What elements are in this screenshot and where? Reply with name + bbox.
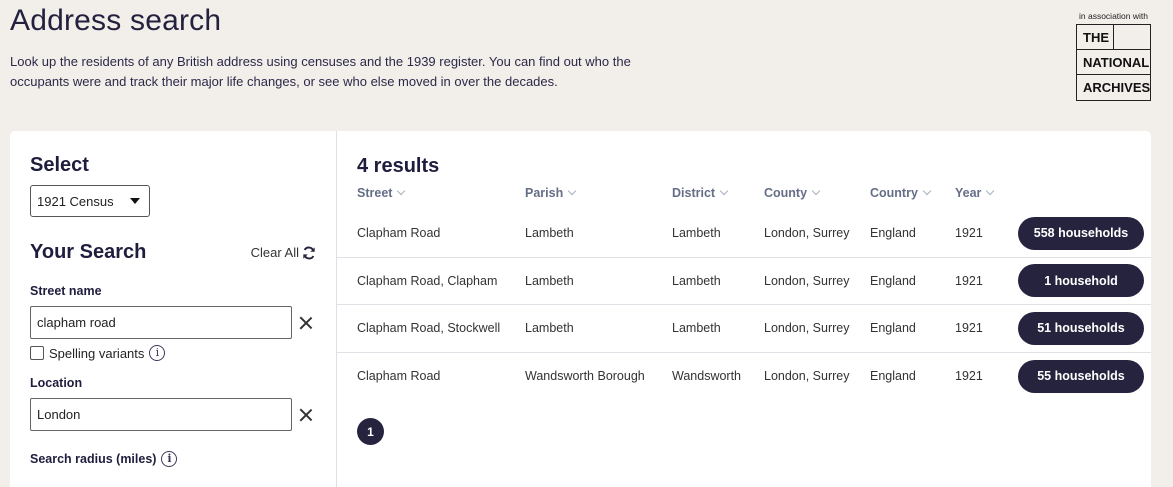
table-row: Clapham Road, Stockwell Lambeth Lambeth … <box>337 305 1151 353</box>
clear-street-icon[interactable] <box>299 316 313 330</box>
logo-row: THE <box>1077 25 1150 50</box>
column-header-parish[interactable]: Parish <box>525 186 672 200</box>
page-title: Address search <box>10 4 222 37</box>
info-icon[interactable]: i <box>161 451 178 467</box>
location-input-row <box>30 398 316 431</box>
households-button[interactable]: 558 households <box>1018 216 1144 250</box>
street-input-row <box>30 306 316 339</box>
search-panel: Select 1921 Census Your Search Clear All… <box>10 131 1151 487</box>
select-heading: Select <box>30 154 89 176</box>
cell-country: England <box>870 321 916 336</box>
sort-chevron-icon <box>986 186 995 196</box>
cell-year: 1921 <box>955 273 983 288</box>
clear-all-button[interactable]: Clear All <box>251 245 316 260</box>
intro-text: Look up the residents of any British add… <box>10 52 710 91</box>
logo-word: THE <box>1077 25 1114 49</box>
column-header-county[interactable]: County <box>764 186 870 200</box>
column-header-label: Parish <box>525 186 564 200</box>
search-sidebar: Select 1921 Census Your Search Clear All… <box>10 131 337 487</box>
street-name-label: Street name <box>30 284 102 298</box>
column-header-label: Country <box>870 186 918 200</box>
cell-district: Lambeth <box>672 273 721 288</box>
association-text: in association with <box>1079 11 1148 21</box>
cell-country: England <box>870 369 916 384</box>
results-rows: Clapham Road Lambeth Lambeth London, Sur… <box>337 210 1151 400</box>
cell-county: London, Surrey <box>764 321 850 336</box>
column-header-label: Street <box>357 186 393 200</box>
households-button[interactable]: 1 household <box>1018 264 1144 298</box>
cell-county: London, Surrey <box>764 226 850 241</box>
cell-year: 1921 <box>955 321 983 336</box>
table-row: Clapham Road Wandsworth Borough Wandswor… <box>337 353 1151 401</box>
caret-down-icon <box>130 198 140 204</box>
results-section: 4 results Street Parish District County … <box>337 131 1151 487</box>
cell-street: Clapham Road <box>357 226 441 241</box>
intro-line: occupants were and track their major lif… <box>10 73 558 89</box>
column-header-label: Year <box>955 186 982 200</box>
logo-box: THE NATIONAL ARCHIVES <box>1076 24 1151 101</box>
column-header-street[interactable]: Street <box>357 186 525 200</box>
column-header-country[interactable]: Country <box>870 186 955 200</box>
cell-street: Clapham Road, Clapham <box>357 273 498 288</box>
cell-county: London, Surrey <box>764 273 850 288</box>
clear-location-icon[interactable] <box>299 408 313 422</box>
your-search-header: Your Search Clear All <box>30 241 316 264</box>
cell-parish: Wandsworth Borough <box>525 369 645 384</box>
spelling-variants-checkbox[interactable] <box>30 346 44 360</box>
sort-chevron-icon <box>397 186 406 196</box>
clear-all-label: Clear All <box>250 245 299 260</box>
cell-country: England <box>870 273 916 288</box>
logo-word: NATIONAL <box>1083 55 1150 70</box>
logo-word: ARCHIVES <box>1083 80 1151 95</box>
cell-county: London, Surrey <box>764 369 850 384</box>
search-radius-label: Search radius (miles) <box>30 452 157 466</box>
table-row: Clapham Road, Clapham Lambeth Lambeth Lo… <box>337 258 1151 305</box>
location-input[interactable] <box>30 398 292 431</box>
census-selected-value: 1921 Census <box>37 193 114 209</box>
cell-district: Lambeth <box>672 226 721 241</box>
refresh-icon <box>303 246 315 259</box>
spelling-variants-row: Spelling variants i <box>30 345 316 361</box>
households-button[interactable]: 55 households <box>1018 359 1144 393</box>
cell-parish: Lambeth <box>525 226 574 241</box>
cell-country: England <box>870 226 916 241</box>
column-header-district[interactable]: District <box>672 186 764 200</box>
search-radius-row: Search radius (miles) i <box>30 451 316 467</box>
cell-district: Lambeth <box>672 321 721 336</box>
location-label: Location <box>30 376 83 390</box>
results-table-header: Street Parish District County Country Ye… <box>337 186 1151 200</box>
info-icon[interactable]: i <box>149 345 166 361</box>
sort-chevron-icon <box>811 186 821 196</box>
sort-chevron-icon <box>719 186 729 196</box>
table-row: Clapham Road Lambeth Lambeth London, Sur… <box>337 210 1151 258</box>
logo-row: NATIONAL <box>1077 50 1150 75</box>
cell-year: 1921 <box>955 226 983 241</box>
results-count: 4 results <box>357 155 440 177</box>
cell-district: Wandsworth <box>672 369 742 384</box>
intro-line: Look up the residents of any British add… <box>10 54 631 69</box>
census-dropdown[interactable]: 1921 Census <box>30 185 150 217</box>
street-name-input[interactable] <box>30 306 292 339</box>
column-header-label: County <box>764 186 808 200</box>
cell-street: Clapham Road <box>357 369 441 384</box>
households-button[interactable]: 51 households <box>1018 311 1144 345</box>
column-header-label: District <box>672 186 716 200</box>
cell-street: Clapham Road, Stockwell <box>357 321 501 336</box>
cell-year: 1921 <box>955 369 983 384</box>
logo-row: ARCHIVES <box>1077 75 1150 100</box>
cell-parish: Lambeth <box>525 273 574 288</box>
pagination-page-1[interactable]: 1 <box>357 418 384 445</box>
column-header-year[interactable]: Year <box>955 186 1018 200</box>
sort-chevron-icon <box>567 186 577 196</box>
spelling-variants-label[interactable]: Spelling variants <box>49 346 144 361</box>
sort-chevron-icon <box>922 186 932 196</box>
your-search-heading: Your Search <box>30 241 147 263</box>
cell-parish: Lambeth <box>525 321 574 336</box>
national-archives-logo[interactable]: in association with THE NATIONAL ARCHIVE… <box>1076 11 1151 101</box>
